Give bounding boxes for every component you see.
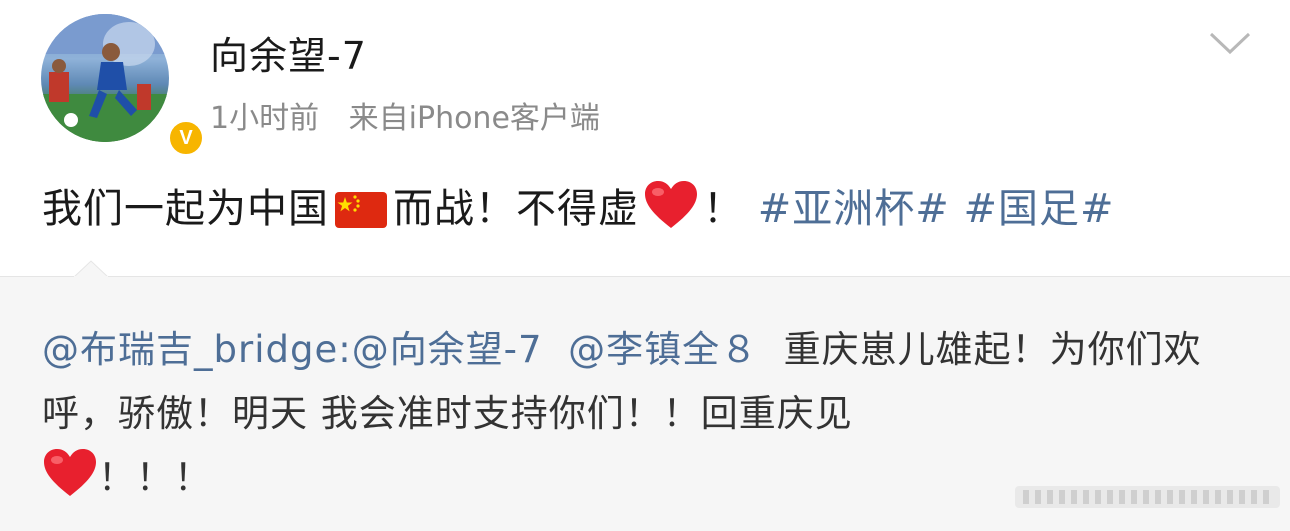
red-heart-icon (645, 181, 697, 228)
repost-ending-text: ！！！ (98, 456, 212, 499)
post-content: 我们一起为中国 而战！不得虚 ！ #亚洲杯# #国足# (42, 180, 1115, 237)
china-flag-icon (335, 192, 387, 228)
mention-lizhenquan[interactable]: @李镇全８ (568, 328, 758, 371)
chevron-down-icon[interactable] (1208, 28, 1252, 58)
mention-bridge[interactable]: @布瑞吉_bridge: (42, 328, 352, 371)
content-text-1: 我们一起为中国 (42, 186, 329, 232)
content-text-2: 而战！不得虚 (393, 186, 639, 232)
watermark-image (1015, 486, 1280, 508)
avatar[interactable]: V (41, 14, 206, 158)
post-time: 1小时前 (210, 101, 320, 136)
repost-notch (74, 260, 108, 278)
weibo-post-card: V 向余望-7 1小时前 来自iPhone客户端 我们一起为中国 而战！不得虚 … (0, 0, 1290, 531)
post-source: 来自iPhone客户端 (348, 101, 600, 136)
mention-xiangyuwang[interactable]: @向余望-7 (352, 328, 543, 371)
avatar-image (41, 14, 169, 142)
verified-badge-icon: V (166, 118, 206, 158)
red-heart-icon (44, 449, 96, 496)
content-text-3: ！ (703, 186, 744, 232)
post-meta: 1小时前 来自iPhone客户端 (210, 93, 600, 137)
hashtag-national-team[interactable]: #国足# (963, 186, 1114, 232)
username[interactable]: 向余望-7 (210, 25, 367, 80)
hashtag-asian-cup[interactable]: #亚洲杯# (758, 186, 950, 232)
